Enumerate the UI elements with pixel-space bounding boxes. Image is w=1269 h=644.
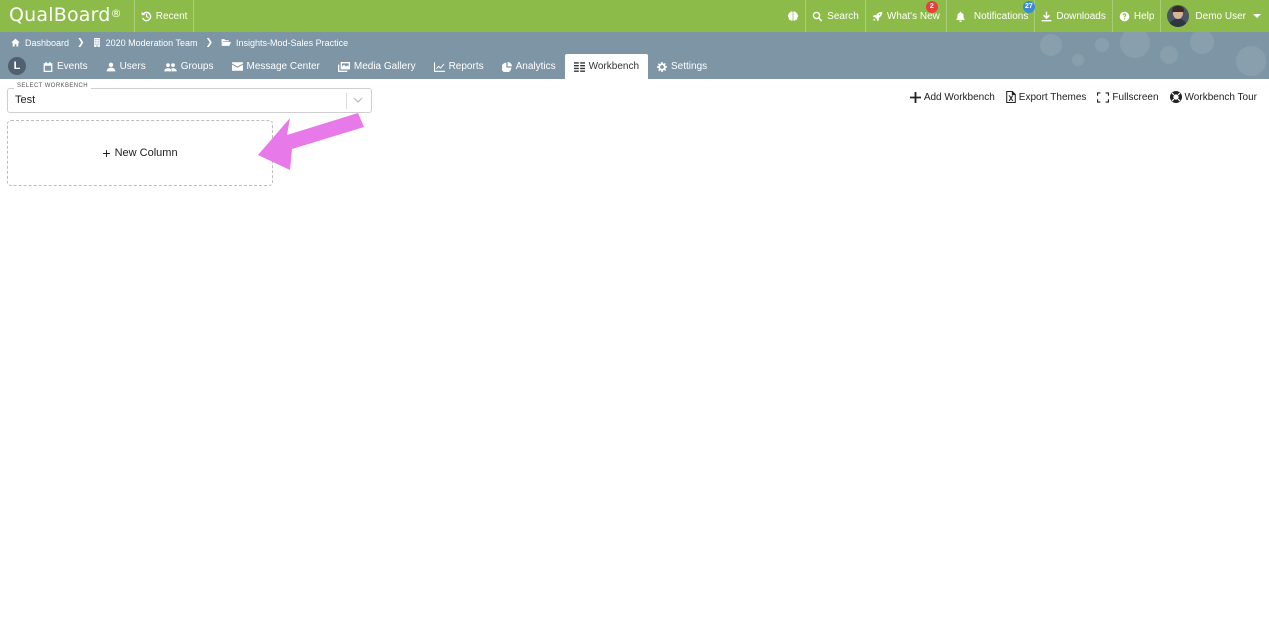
breadcrumb-dashboard[interactable]: Dashboard	[25, 38, 69, 48]
fullscreen-button[interactable]: Fullscreen	[1097, 91, 1159, 103]
chevron-down-icon[interactable]	[353, 96, 363, 104]
recent-button[interactable]: Recent	[135, 0, 194, 32]
user-icon	[106, 62, 115, 71]
tab-message-center[interactable]: Message Center	[223, 54, 329, 79]
tab-label: Reports	[448, 61, 484, 72]
tab-label: Groups	[180, 61, 214, 72]
topbar-right: Search What's New 2 Notifications 27 Dow…	[781, 0, 1269, 32]
downloads-label: Downloads	[1056, 10, 1106, 22]
workbench-tour-label: Workbench Tour	[1184, 91, 1257, 103]
add-workbench-button[interactable]: Add Workbench	[909, 91, 995, 103]
whats-new-button[interactable]: What's New 2	[866, 0, 946, 32]
tab-groups[interactable]: Groups	[155, 54, 223, 79]
workbench-toolbar: Add Workbench Export Themes Fullscreen W…	[909, 91, 1257, 103]
brain-icon	[788, 11, 799, 21]
help-button[interactable]: Help	[1113, 0, 1161, 32]
tab-settings[interactable]: Settings	[648, 54, 716, 79]
annotation-arrow-icon	[258, 113, 364, 170]
tab-label: Workbench	[588, 61, 640, 72]
tab-label: Message Center	[246, 61, 320, 72]
recent-label: Recent	[155, 10, 188, 22]
notifications-badge: 27	[1022, 1, 1035, 13]
line-chart-icon	[433, 61, 445, 72]
tab-analytics[interactable]: Analytics	[493, 54, 565, 79]
tab-media-gallery[interactable]: Media Gallery	[329, 54, 425, 79]
tab-workbench[interactable]: Workbench	[564, 54, 649, 79]
fullscreen-label: Fullscreen	[1112, 91, 1159, 103]
search-label: Search	[827, 10, 859, 22]
workbench-select-label: SELECT WORKBENCH	[14, 83, 91, 89]
tab-events[interactable]: Events	[34, 54, 97, 79]
rocket-icon	[872, 11, 883, 21]
divider	[193, 0, 195, 32]
tab-label: Analytics	[515, 61, 556, 72]
export-themes-button[interactable]: Export Themes	[1005, 91, 1087, 103]
user-name: Demo User	[1195, 10, 1246, 22]
fullscreen-icon	[1097, 91, 1110, 103]
calendar-icon	[43, 61, 53, 72]
tab-users[interactable]: Users	[97, 54, 155, 79]
chevron-right-icon: ❯	[77, 37, 85, 47]
tab-reports[interactable]: Reports	[425, 54, 493, 79]
downloads-button[interactable]: Downloads	[1035, 0, 1111, 32]
notifications-label: Notifications	[973, 10, 1029, 22]
help-label: Help	[1133, 10, 1155, 22]
workbench-select-value: Test	[15, 94, 36, 106]
brand-name: QualBoard	[9, 4, 111, 26]
tab-label: Settings	[671, 61, 708, 72]
nav-band: Dashboard ❯ 2020 Moderation Team ❯ Insig…	[0, 32, 1269, 79]
search-button[interactable]: Search	[806, 0, 865, 32]
folder-open-icon	[221, 39, 232, 46]
main-nav: L Events Users Groups Message Center Med…	[0, 54, 716, 79]
new-column-label: New Column	[114, 147, 178, 159]
columns-icon	[573, 61, 585, 72]
home-icon	[11, 38, 20, 47]
envelope-icon	[231, 62, 243, 71]
question-circle-icon	[1119, 11, 1130, 21]
brand-logo[interactable]: QualBoard®	[0, 0, 134, 32]
user-menu[interactable]: Demo User	[1161, 0, 1269, 32]
whats-new-badge: 2	[925, 1, 938, 13]
app-logo-icon[interactable]: L	[8, 57, 26, 75]
tab-label: Media Gallery	[353, 61, 416, 72]
breadcrumb-project[interactable]: Insights-Mod-Sales Practice	[236, 38, 348, 48]
new-column-button[interactable]: + New Column	[7, 120, 273, 186]
workbench-tour-button[interactable]: Workbench Tour	[1169, 91, 1257, 103]
add-workbench-label: Add Workbench	[923, 91, 995, 103]
plus-icon: +	[102, 145, 111, 161]
caret-down-icon	[1253, 14, 1261, 18]
pie-chart-icon	[501, 61, 512, 72]
download-icon	[1042, 11, 1052, 21]
building-icon	[93, 38, 100, 47]
search-icon	[812, 11, 823, 21]
top-bar: QualBoard® Recent Search What's New 2 No…	[0, 0, 1269, 32]
group-icon	[163, 62, 177, 71]
breadcrumb: Dashboard ❯ 2020 Moderation Team ❯ Insig…	[11, 37, 348, 48]
export-themes-label: Export Themes	[1018, 91, 1087, 103]
breadcrumb-team[interactable]: 2020 Moderation Team	[106, 38, 198, 48]
tab-label: Events	[57, 61, 88, 72]
history-icon	[141, 11, 152, 21]
plus-icon	[909, 91, 921, 103]
gear-icon	[657, 61, 668, 72]
chevron-right-icon: ❯	[205, 37, 214, 47]
bell-icon	[956, 11, 965, 22]
avatar	[1167, 5, 1190, 27]
excel-file-icon	[1005, 91, 1016, 103]
notifications-button[interactable]: Notifications 27	[947, 0, 1035, 32]
brain-button[interactable]	[781, 0, 805, 32]
life-ring-icon	[1169, 91, 1182, 103]
brand-registered-mark: ®	[110, 7, 122, 20]
select-divider	[346, 93, 347, 109]
tab-label: Users	[119, 61, 146, 72]
images-icon	[337, 61, 350, 72]
